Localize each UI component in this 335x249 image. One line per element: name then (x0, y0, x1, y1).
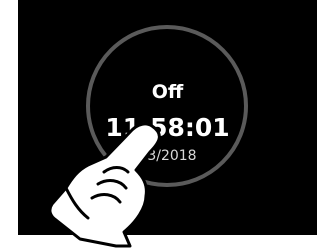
screen: Off 11:58:01 03/2018 (0, 0, 335, 249)
pointing-hand-icon (48, 122, 161, 248)
